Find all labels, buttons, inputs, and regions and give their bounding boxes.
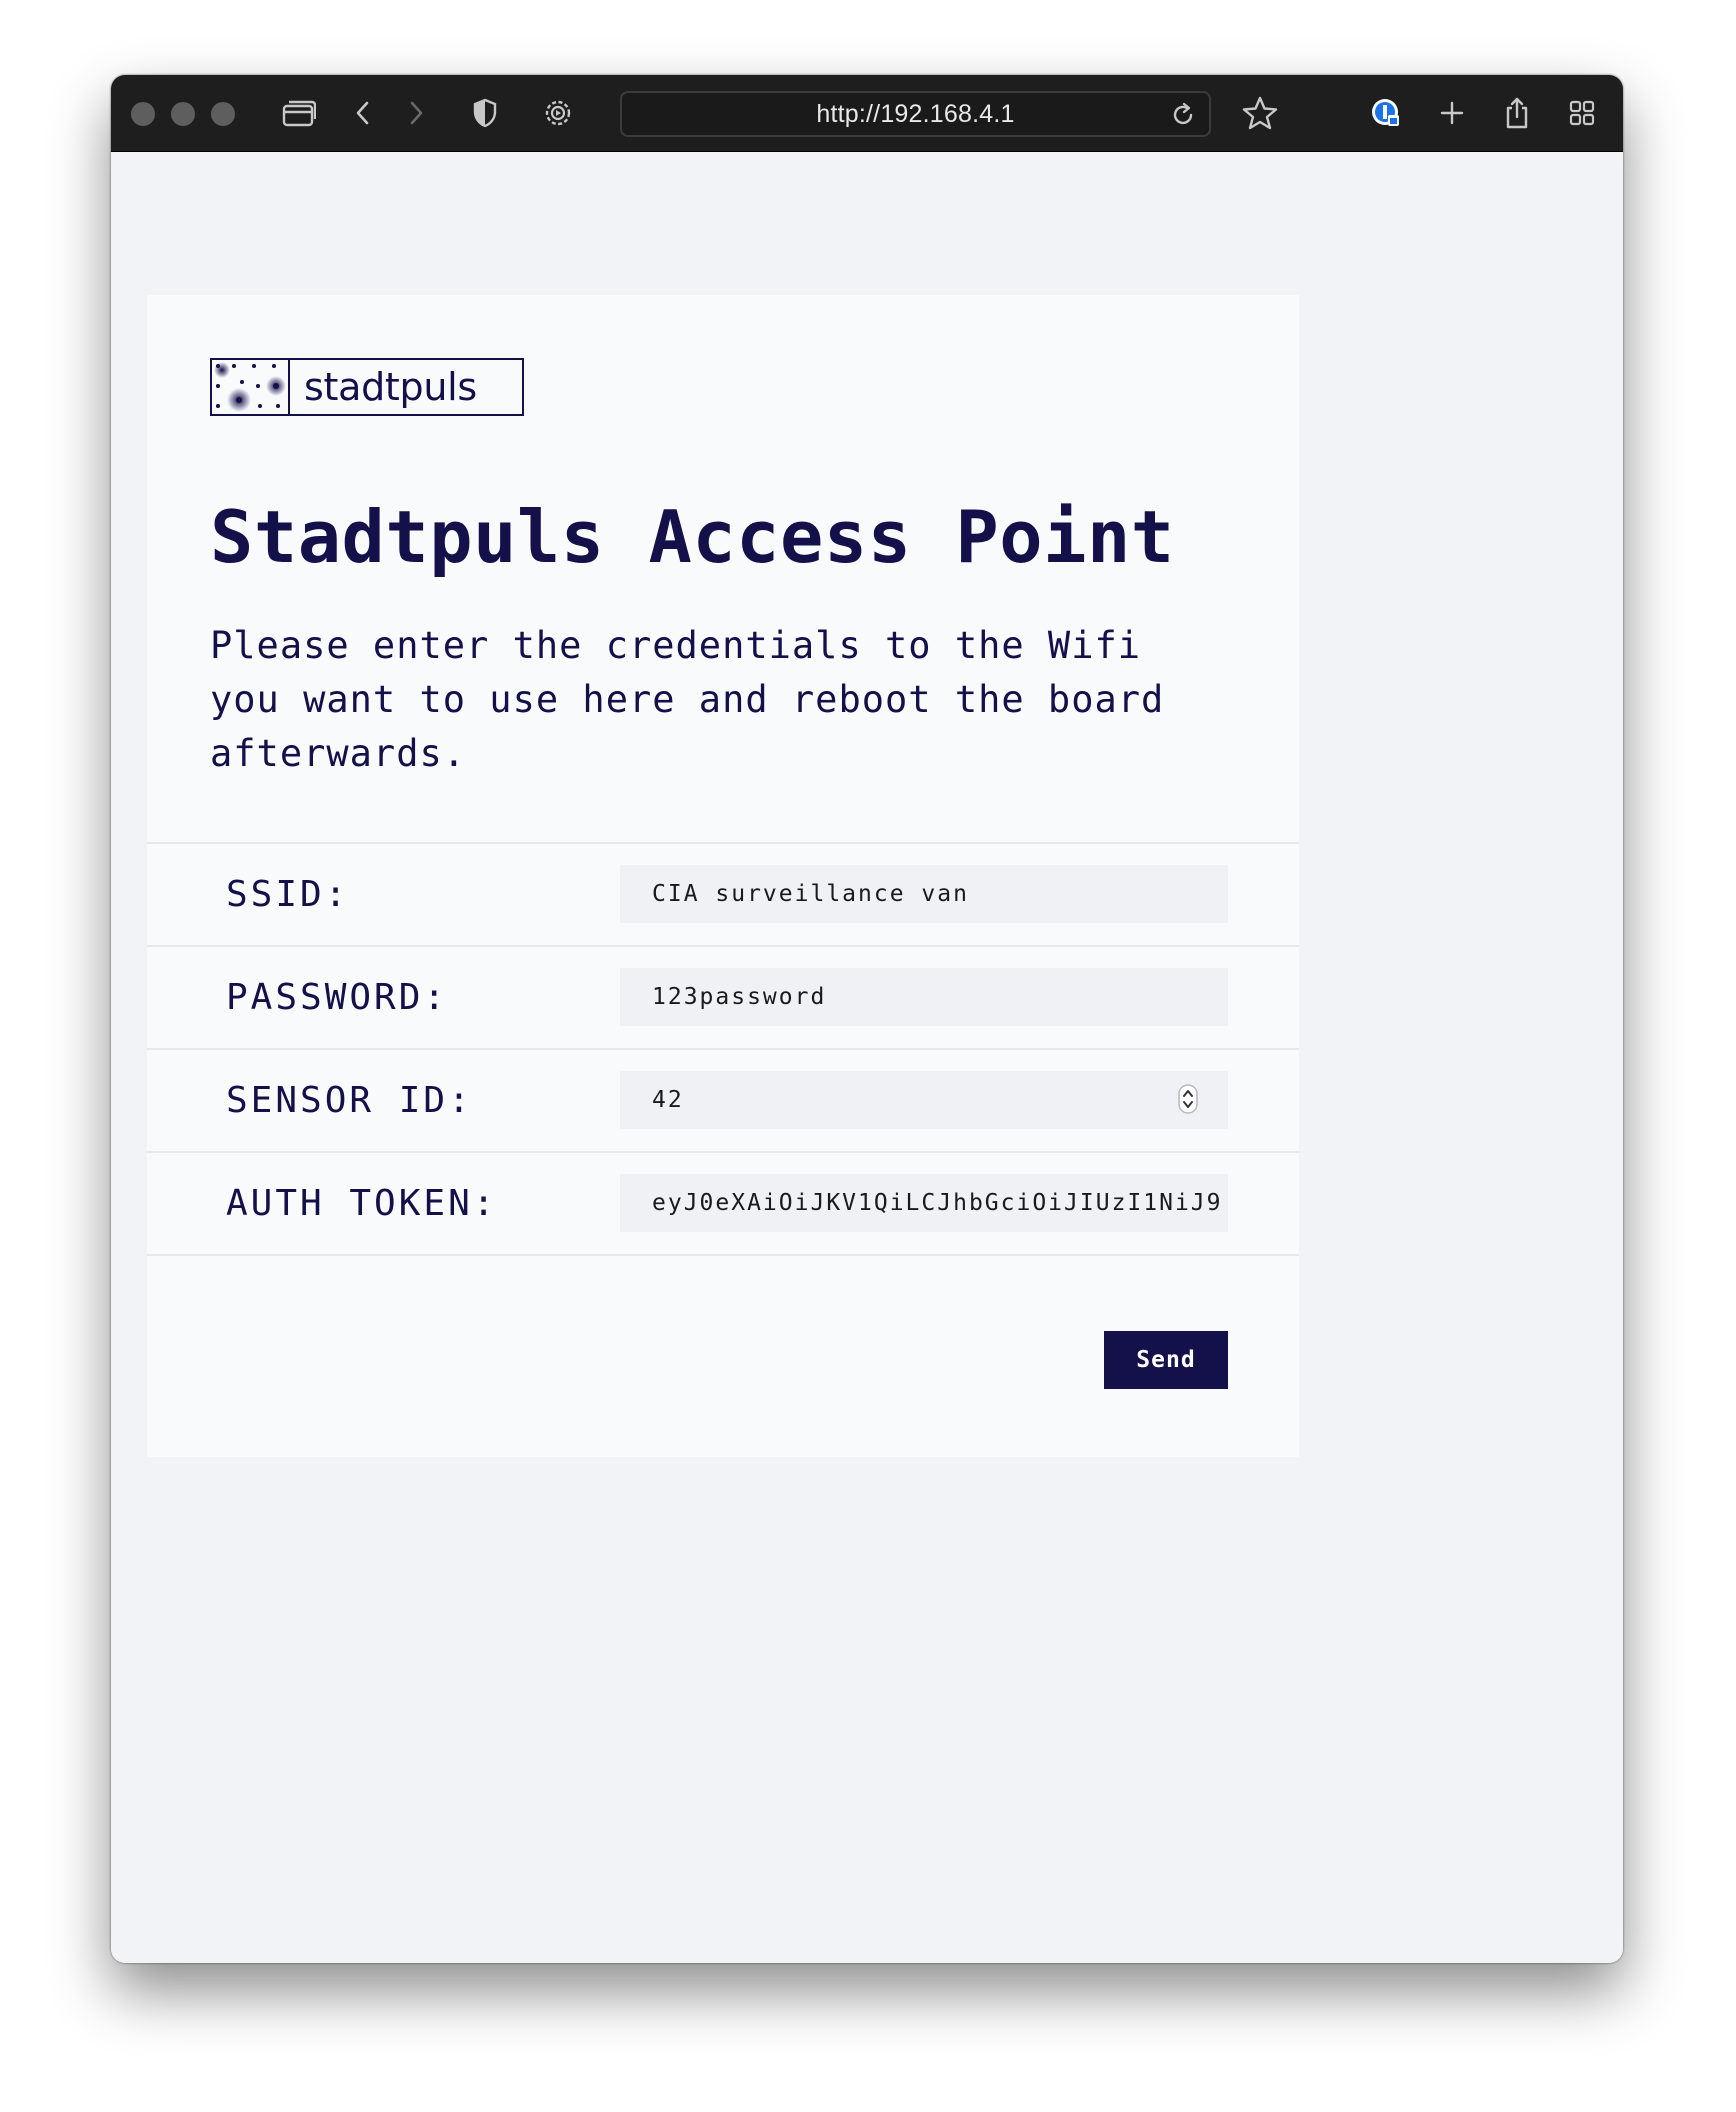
privacy-shield-icon[interactable] xyxy=(465,93,505,133)
tab-overview-icon[interactable] xyxy=(1562,93,1602,133)
send-button[interactable]: Send xyxy=(1104,1331,1228,1389)
form-row-password: PASSWORD: 123password xyxy=(147,945,1299,1048)
zoom-window-button[interactable] xyxy=(211,102,235,126)
forward-icon[interactable] xyxy=(396,93,436,133)
bookmark-star-icon[interactable] xyxy=(1240,93,1280,133)
form-row-sensor-id: SENSOR ID: 42 xyxy=(147,1048,1299,1151)
ssid-input[interactable]: CIA surveillance van xyxy=(620,865,1228,923)
stadtpuls-logo: stadtpuls xyxy=(210,358,524,416)
number-stepper-icon[interactable] xyxy=(1178,1084,1198,1114)
credentials-form: SSID: CIA surveillance van PASSWORD: 123… xyxy=(147,842,1299,1256)
logo-text: stadtpuls xyxy=(304,365,477,409)
browser-window: http://192.168.4.1 stadtpuls Stadtpuls A… xyxy=(111,75,1623,1963)
password-manager-icon[interactable] xyxy=(1366,93,1406,133)
password-input[interactable]: 123password xyxy=(620,968,1228,1026)
browser-toolbar: http://192.168.4.1 xyxy=(111,75,1623,152)
password-label: PASSWORD: xyxy=(226,977,449,1018)
sensor-id-label: SENSOR ID: xyxy=(226,1080,473,1121)
page-viewport: stadtpuls Stadtpuls Access Point Please … xyxy=(111,152,1623,1963)
sensor-id-value: 42 xyxy=(652,1087,684,1113)
sidebar-icon[interactable] xyxy=(279,93,319,133)
minimize-window-button[interactable] xyxy=(171,102,195,126)
back-icon[interactable] xyxy=(343,93,383,133)
auth-token-input[interactable]: eyJ0eXAiOiJKV1QiLCJhbGciOiJIUzI1NiJ9 xyxy=(620,1174,1228,1232)
share-icon[interactable] xyxy=(1497,93,1537,133)
setup-card: stadtpuls Stadtpuls Access Point Please … xyxy=(147,295,1299,1457)
auth-token-label: AUTH TOKEN: xyxy=(226,1183,498,1224)
logo-dots-icon xyxy=(212,360,290,414)
url-text: http://192.168.4.1 xyxy=(816,99,1015,128)
page-description: Please enter the credentials to the Wifi… xyxy=(210,624,1165,775)
reload-icon[interactable] xyxy=(1169,101,1197,129)
close-window-button[interactable] xyxy=(131,102,155,126)
new-tab-icon[interactable] xyxy=(1432,93,1472,133)
sensor-id-input[interactable]: 42 xyxy=(620,1071,1228,1129)
form-row-auth-token: AUTH TOKEN: eyJ0eXAiOiJKV1QiLCJhbGciOiJI… xyxy=(147,1151,1299,1256)
form-row-ssid: SSID: CIA surveillance van xyxy=(147,842,1299,945)
address-bar[interactable]: http://192.168.4.1 xyxy=(620,91,1211,137)
page-title: Stadtpuls Access Point xyxy=(210,495,1175,579)
ssid-label: SSID: xyxy=(226,874,350,915)
extension-gear-icon[interactable] xyxy=(538,93,578,133)
